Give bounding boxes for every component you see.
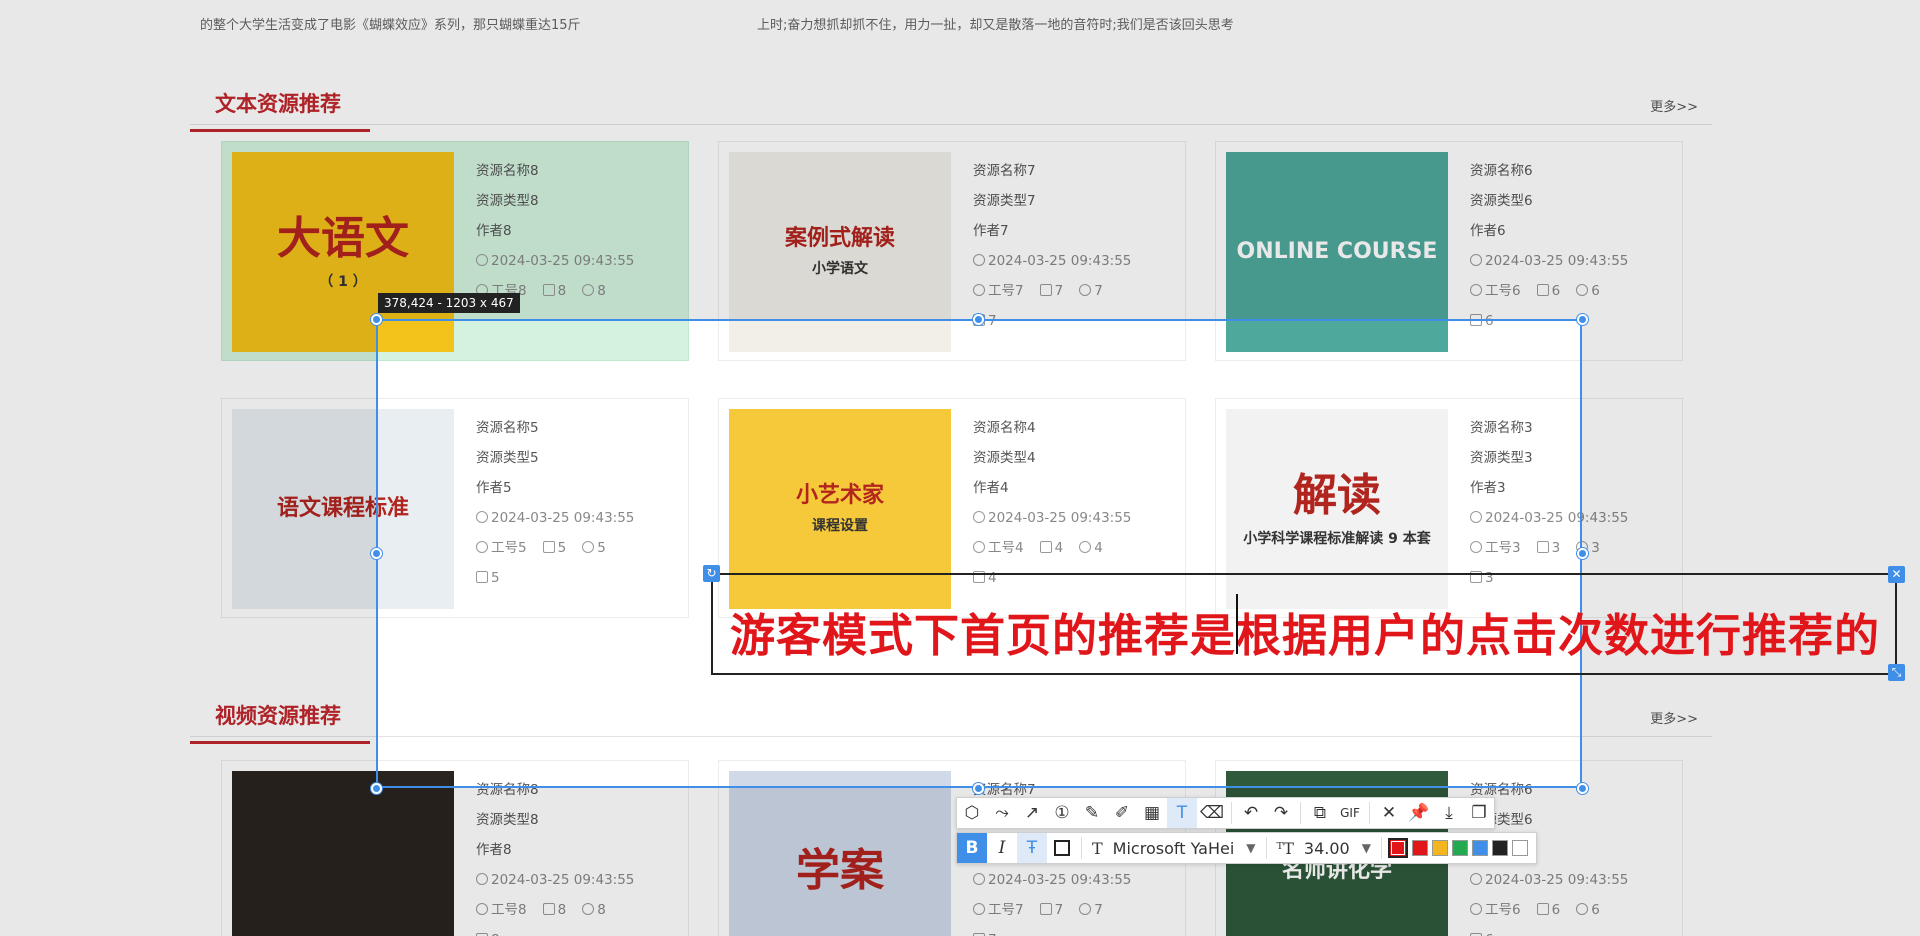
capture-selection[interactable] bbox=[376, 319, 1582, 788]
color-swatch[interactable] bbox=[1451, 840, 1468, 856]
resize-handle-ne[interactable] bbox=[1577, 314, 1588, 325]
shape-icon: ⬡ bbox=[964, 803, 980, 823]
background-box-icon bbox=[1054, 840, 1070, 856]
color-swatch[interactable] bbox=[1431, 840, 1448, 856]
text-annotation[interactable]: 游客模式下首页的推荐是根据用户的点击次数进行推荐的 bbox=[730, 599, 1880, 664]
mosaic-icon: ▦ bbox=[1143, 803, 1161, 823]
undo-button[interactable]: ↶ bbox=[1236, 798, 1266, 828]
resize-handle-w[interactable] bbox=[371, 548, 382, 559]
toolbar-separator bbox=[1265, 837, 1267, 859]
close-button[interactable]: ✕ bbox=[1374, 798, 1404, 828]
polyline-icon: ⤳ bbox=[995, 803, 1009, 823]
undo-icon: ↶ bbox=[1243, 803, 1259, 823]
font-icon: T bbox=[1092, 838, 1103, 858]
download-button[interactable]: ⤓ bbox=[1434, 798, 1464, 828]
scroll-capture-icon: ⧉ bbox=[1313, 803, 1327, 823]
delete-annotation-icon[interactable]: ✕ bbox=[1888, 566, 1905, 583]
arrow-icon: ↗ bbox=[1024, 803, 1040, 823]
text-tool-icon: T bbox=[1176, 803, 1188, 823]
toolbar-separator bbox=[1300, 802, 1301, 824]
font-family-select[interactable]: T Microsoft YaHei ▼ bbox=[1086, 839, 1262, 858]
selection-size-label: 378,424 - 1203 x 467 bbox=[378, 293, 520, 313]
toolbar-separator bbox=[1081, 837, 1082, 859]
font-family-value: Microsoft YaHei bbox=[1112, 838, 1235, 858]
resize-handle-se[interactable] bbox=[1577, 783, 1588, 794]
text-tool-button[interactable]: T bbox=[1167, 798, 1197, 828]
polyline-button[interactable]: ⤳ bbox=[987, 798, 1017, 828]
arrow-button[interactable]: ↗ bbox=[1017, 798, 1047, 828]
rotate-icon[interactable]: ↻ bbox=[703, 565, 720, 582]
dim-overlay-right bbox=[1582, 319, 1920, 788]
shape-button[interactable]: ⬡ bbox=[957, 798, 987, 828]
pin-button[interactable]: 📌 bbox=[1404, 798, 1434, 828]
gif-icon: GIF bbox=[1340, 806, 1360, 820]
dim-overlay-left bbox=[0, 319, 376, 788]
gif-button[interactable]: GIF bbox=[1335, 798, 1365, 828]
redo-button[interactable]: ↷ bbox=[1266, 798, 1296, 828]
bold-toggle[interactable]: B bbox=[957, 833, 987, 863]
resize-handle-n[interactable] bbox=[973, 314, 984, 325]
text-caret bbox=[1236, 594, 1238, 654]
text-style-toolbar: B I Ŧ T Microsoft YaHei ▼ ᵀT 34.00 ▼ bbox=[956, 832, 1537, 864]
resize-handle-sw[interactable] bbox=[371, 783, 382, 794]
page: 的整个大学生活变成了电影《蝴蝶效应》系列，那只蝴蝶重达15斤 上时;奋力想抓却抓… bbox=[0, 0, 1920, 936]
color-swatch[interactable] bbox=[1511, 840, 1528, 856]
color-swatch[interactable] bbox=[1471, 840, 1488, 856]
number-marker-button[interactable]: ① bbox=[1047, 798, 1077, 828]
marker-icon: ✐ bbox=[1114, 803, 1130, 823]
resize-handle-e[interactable] bbox=[1577, 548, 1588, 559]
scroll-capture-button[interactable]: ⧉ bbox=[1305, 798, 1335, 828]
toolbar-separator bbox=[1231, 802, 1232, 824]
download-icon: ⤓ bbox=[1445, 803, 1453, 823]
text-outline-toggle[interactable]: Ŧ bbox=[1017, 833, 1047, 863]
pen-button[interactable]: ✎ bbox=[1077, 798, 1107, 828]
chevron-down-icon: ▼ bbox=[1361, 841, 1371, 855]
color-swatch[interactable] bbox=[1491, 840, 1508, 856]
font-size-value: 34.00 bbox=[1303, 838, 1350, 858]
mosaic-button[interactable]: ▦ bbox=[1137, 798, 1167, 828]
close-icon: ✕ bbox=[1381, 803, 1397, 823]
toolbar-separator bbox=[1369, 802, 1370, 824]
copy-icon: ❐ bbox=[1471, 803, 1487, 823]
text-background-toggle[interactable] bbox=[1047, 833, 1077, 863]
toolbar-separator bbox=[1380, 837, 1382, 859]
italic-toggle[interactable]: I bbox=[987, 833, 1017, 863]
redo-icon: ↷ bbox=[1273, 803, 1289, 823]
pin-icon: 📌 bbox=[1408, 803, 1430, 823]
resize-annotation-icon[interactable]: ⤡ bbox=[1888, 664, 1905, 681]
copy-button[interactable]: ❐ bbox=[1464, 798, 1494, 828]
resize-handle-s[interactable] bbox=[973, 783, 984, 794]
pen-icon: ✎ bbox=[1084, 803, 1100, 823]
eraser-button[interactable]: ⌫ bbox=[1197, 798, 1227, 828]
resize-handle-nw[interactable] bbox=[371, 314, 382, 325]
font-size-icon: ᵀT bbox=[1276, 838, 1294, 858]
chevron-down-icon: ▼ bbox=[1246, 841, 1256, 855]
marker-button[interactable]: ✐ bbox=[1107, 798, 1137, 828]
color-swatch[interactable] bbox=[1411, 840, 1428, 856]
eraser-icon: ⌫ bbox=[1199, 803, 1225, 823]
annotation-toolbar: ⬡ ⤳ ↗ ① ✎ ✐ ▦ T ⌫ ↶ ↷ ⧉ GIF ✕ 📌 ⤓ ❐ bbox=[956, 797, 1495, 829]
number-marker-icon: ① bbox=[1054, 803, 1070, 823]
dim-overlay-top bbox=[0, 0, 1920, 319]
font-size-select[interactable]: ᵀT 34.00 ▼ bbox=[1271, 839, 1377, 858]
current-color-swatch[interactable] bbox=[1387, 838, 1408, 858]
color-palette bbox=[1386, 838, 1536, 858]
